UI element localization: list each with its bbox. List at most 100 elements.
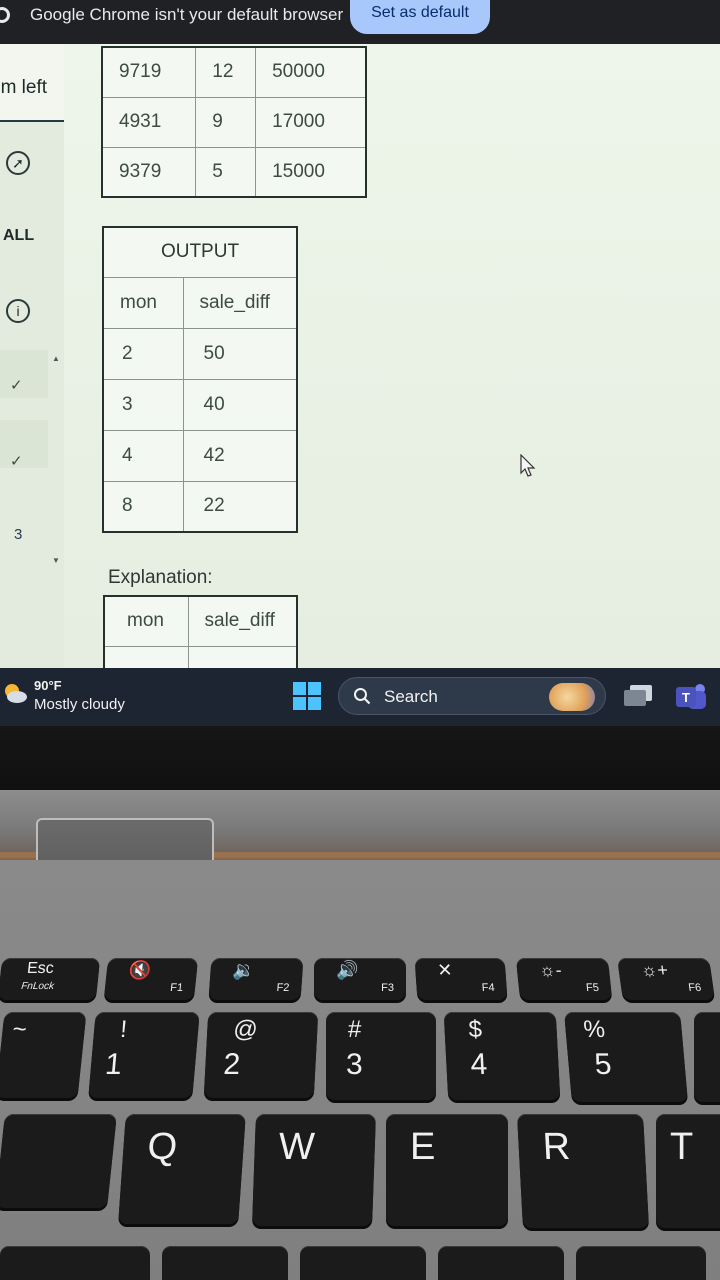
key-label: 5 — [593, 1048, 613, 1081]
key-t[interactable]: T — [656, 1114, 720, 1228]
key-6-partial[interactable] — [694, 1012, 720, 1102]
default-browser-infobar: Google Chrome isn't your default browser… — [0, 0, 720, 44]
taskbar-search-box[interactable]: Search — [338, 677, 606, 715]
key-tab[interactable] — [0, 1114, 117, 1208]
key-4[interactable]: $ 4 — [443, 1012, 561, 1100]
windows-taskbar: 90°F Mostly cloudy Search T — [0, 668, 720, 726]
info-icon[interactable]: i — [6, 299, 30, 323]
chrome-icon — [0, 7, 10, 23]
key-d-partial[interactable] — [438, 1246, 564, 1280]
table-cell: 50000 — [255, 46, 367, 98]
left-sidebar: 3m left ➚ ALL i ✓ ✓ ▲ ▼ 3 — [0, 44, 64, 668]
key-label: W — [278, 1126, 316, 1168]
sidebar-row[interactable] — [0, 420, 48, 468]
key-label: ~ — [11, 1016, 29, 1043]
column-header: mon — [102, 276, 184, 329]
timer-label: 3m left — [0, 44, 64, 122]
key-label: ! — [119, 1016, 129, 1043]
key-3[interactable]: # 3 — [326, 1012, 436, 1100]
key-r[interactable]: R — [517, 1114, 649, 1228]
table-header-row: mon sale_diff — [102, 276, 298, 329]
table-caption-row: OUTPUT — [102, 226, 298, 278]
table-cell: 15000 — [255, 146, 367, 198]
all-filter-label[interactable]: ALL — [3, 227, 34, 245]
key-5[interactable]: % 5 — [564, 1012, 688, 1102]
infobar-message: Google Chrome isn't your default browser — [30, 5, 344, 24]
scroll-down-icon[interactable]: ▼ — [52, 556, 60, 565]
table-cell: 40 — [182, 378, 298, 431]
table-cell: 5 — [195, 146, 257, 198]
table-cell — [103, 645, 189, 668]
compass-icon[interactable]: ➚ — [6, 151, 30, 175]
table-cell: 3 — [102, 378, 184, 431]
explanation-heading: Explanation: — [108, 567, 213, 588]
table-cell: 4 — [102, 429, 184, 482]
column-header: sale_diff — [187, 595, 298, 647]
table-cell: 22 — [182, 480, 298, 533]
table-cell: 9 — [195, 96, 257, 148]
key-esc[interactable]: Esc FnLock — [0, 958, 101, 1000]
weather-temperature[interactable]: 90°F — [34, 678, 62, 693]
key-tilde[interactable]: ~ — [0, 1012, 87, 1098]
explanation-table: mon sale_diff — [103, 595, 298, 668]
table-cell: 2 — [102, 327, 184, 380]
table-row: 4 42 — [102, 429, 298, 482]
key-f5[interactable]: ☼- F5 — [515, 958, 613, 1000]
table-row: 9719 12 50000 — [101, 46, 367, 98]
sidebar-row[interactable] — [0, 350, 48, 398]
task-view-icon[interactable] — [624, 685, 654, 707]
key-label: 1 — [103, 1048, 124, 1081]
table-cell: 12 — [195, 46, 257, 98]
scroll-up-icon[interactable]: ▲ — [52, 354, 60, 363]
key-label: Q — [146, 1126, 179, 1168]
table-cell: 42 — [182, 429, 298, 482]
weather-condition[interactable]: Mostly cloudy — [34, 696, 125, 713]
key-1[interactable]: ! 1 — [88, 1012, 200, 1098]
volume-up-icon: 🔊 — [336, 960, 359, 980]
mute-icon: 🔇 — [127, 960, 153, 980]
key-f1[interactable]: 🔇 F1 — [103, 958, 199, 1000]
key-f4[interactable]: ✕ F4 — [414, 958, 508, 1000]
key-w[interactable]: W — [252, 1114, 376, 1226]
key-label: @ — [232, 1016, 259, 1043]
key-f6[interactable]: ☼+ F6 — [617, 958, 715, 1000]
screen-bezel — [0, 726, 720, 790]
column-header: sale_diff — [182, 276, 298, 329]
search-label: Search — [384, 687, 438, 706]
brightness-down-icon: ☼- — [538, 960, 563, 980]
partly-cloudy-icon[interactable] — [2, 682, 28, 704]
key-e[interactable]: E — [386, 1114, 508, 1226]
search-highlight-image — [549, 683, 595, 711]
windows-start-icon[interactable] — [293, 682, 321, 710]
key-sublabel: F6 — [687, 982, 703, 994]
table-row: 2 50 — [102, 327, 298, 380]
key-caps-partial[interactable] — [0, 1246, 150, 1280]
svg-text:T: T — [682, 690, 690, 705]
key-2[interactable]: @ 2 — [203, 1012, 319, 1098]
column-header: mon — [103, 595, 189, 647]
set-as-default-button[interactable]: Set as default — [350, 0, 490, 34]
search-icon — [354, 688, 371, 705]
table-row: 4931 9 17000 — [101, 96, 367, 148]
table-row — [103, 645, 298, 668]
table-cell: 50 — [182, 327, 298, 380]
teams-icon[interactable]: T — [674, 682, 708, 712]
output-table: OUTPUT mon sale_diff 2 50 3 40 4 42 8 22 — [102, 226, 298, 533]
key-f3[interactable]: 🔊 F3 — [314, 958, 406, 1000]
key-sublabel: F1 — [169, 982, 184, 994]
mic-mute-icon: ✕ — [436, 960, 454, 980]
key-label: 4 — [469, 1048, 488, 1081]
key-label: $ — [467, 1016, 483, 1043]
checkmark-icon: ✓ — [10, 453, 23, 470]
key-s-partial[interactable] — [300, 1246, 426, 1280]
key-f-partial[interactable] — [576, 1246, 706, 1280]
web-page: 3m left ➚ ALL i ✓ ✓ ▲ ▼ 3 9719 12 50000 … — [0, 44, 720, 668]
key-label: Esc — [26, 960, 55, 977]
key-f2[interactable]: 🔉 F2 — [208, 958, 304, 1000]
key-a-partial[interactable] — [162, 1246, 288, 1280]
key-q[interactable]: Q — [118, 1114, 246, 1224]
checkmark-icon: ✓ — [10, 377, 23, 394]
key-sublabel: FnLock — [20, 981, 55, 992]
key-label: E — [410, 1126, 436, 1168]
table-cell — [187, 645, 298, 668]
